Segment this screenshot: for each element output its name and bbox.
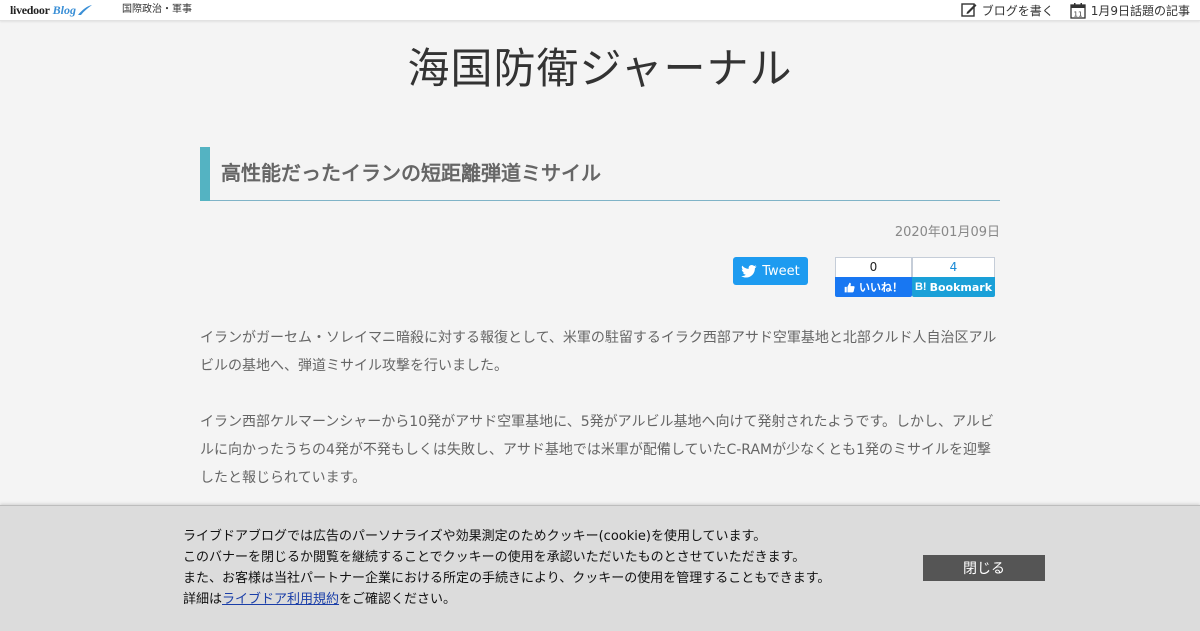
topic-articles-link[interactable]: 11 1月9日話題の記事 bbox=[1070, 2, 1190, 19]
hatena-bookmark-widget: 4 B! Bookmark bbox=[912, 257, 995, 297]
cookie-consent-banner: ライブドアブログでは広告のパーソナライズや効果測定のためクッキー(cookie)… bbox=[0, 505, 1200, 631]
twitter-bird-icon bbox=[741, 264, 757, 278]
blog-title[interactable]: 海国防衛ジャーナル bbox=[0, 40, 1200, 98]
livedoor-blog-logo[interactable]: livedoor Blog bbox=[10, 1, 93, 19]
calendar-icon: 11 bbox=[1070, 2, 1086, 19]
cookie-details-prefix: 詳細は bbox=[183, 592, 223, 607]
terms-of-use-link[interactable]: ライブドア利用規約 bbox=[222, 592, 339, 607]
topic-articles-label: 1月9日話題の記事 bbox=[1090, 3, 1190, 18]
cookie-text-line-details: 詳細はライブドア利用規約をご確認ください。 bbox=[183, 589, 903, 610]
article-body: イランがガーセム・ソレイマニ暗殺に対する報復として、米軍の駐留するイラク西部アサ… bbox=[200, 324, 1000, 520]
logo-livedoor-text: livedoor bbox=[10, 2, 50, 17]
write-blog-label: ブログを書く bbox=[981, 3, 1054, 18]
article-date: 2020年01月09日 bbox=[894, 225, 1000, 240]
thumbs-up-icon bbox=[844, 282, 855, 292]
cookie-details-suffix: をご確認ください。 bbox=[339, 592, 457, 607]
article-header: 高性能だったイランの短距離弾道ミサイル bbox=[200, 147, 1000, 201]
cookie-close-button[interactable]: 閉じる bbox=[923, 555, 1045, 581]
blog-category[interactable]: 国際政治・軍事 bbox=[122, 0, 192, 20]
logo-swoosh-icon bbox=[77, 5, 92, 15]
article-paragraph: イランがガーセム・ソレイマニ暗殺に対する報復として、米軍の駐留するイラク西部アサ… bbox=[200, 330, 997, 374]
cookie-text-line: ライブドアブログでは広告のパーソナライズや効果測定のためクッキー(cookie)… bbox=[183, 529, 767, 544]
write-blog-link[interactable]: ブログを書く bbox=[961, 2, 1054, 19]
cookie-text-line: また、お客様は当社パートナー企業における所定の手続きにより、クッキーの使用を管理… bbox=[183, 571, 831, 586]
title-accent-bar bbox=[200, 147, 210, 201]
logo-blog-text: Blog bbox=[52, 2, 76, 17]
hatena-b-icon: B! bbox=[914, 281, 927, 293]
cookie-text-line: このバナーを閉じるか閲覧を継続することでクッキーの使用を承認いただいたものとさせ… bbox=[183, 550, 806, 565]
top-bar: livedoor Blog 国際政治・軍事 ブログを書く 11 1月9日話題の記… bbox=[0, 0, 1200, 21]
hatena-bookmark-label: Bookmark bbox=[929, 280, 993, 294]
hatena-bookmark-button[interactable]: B! Bookmark bbox=[912, 277, 995, 297]
facebook-like-count: 0 bbox=[835, 257, 912, 277]
cookie-consent-text: ライブドアブログでは広告のパーソナライズや効果測定のためクッキー(cookie)… bbox=[183, 526, 903, 610]
tweet-button[interactable]: Tweet bbox=[733, 257, 808, 285]
pencil-icon bbox=[961, 3, 977, 17]
tweet-label: Tweet bbox=[762, 263, 800, 279]
facebook-like-label: いいね！ bbox=[859, 281, 903, 294]
calendar-day-text: 11 bbox=[1073, 10, 1082, 18]
facebook-like-button[interactable]: いいね！ bbox=[835, 277, 912, 297]
article-title[interactable]: 高性能だったイランの短距離弾道ミサイル bbox=[221, 160, 601, 186]
top-right-links: ブログを書く 11 1月9日話題の記事 bbox=[961, 0, 1190, 20]
facebook-like-widget: 0 いいね！ bbox=[835, 257, 912, 297]
hatena-bookmark-count[interactable]: 4 bbox=[912, 257, 995, 277]
article-paragraph: イラン西部ケルマーンシャーから10発がアサド空軍基地に、5発がアルビル基地へ向け… bbox=[200, 414, 994, 486]
